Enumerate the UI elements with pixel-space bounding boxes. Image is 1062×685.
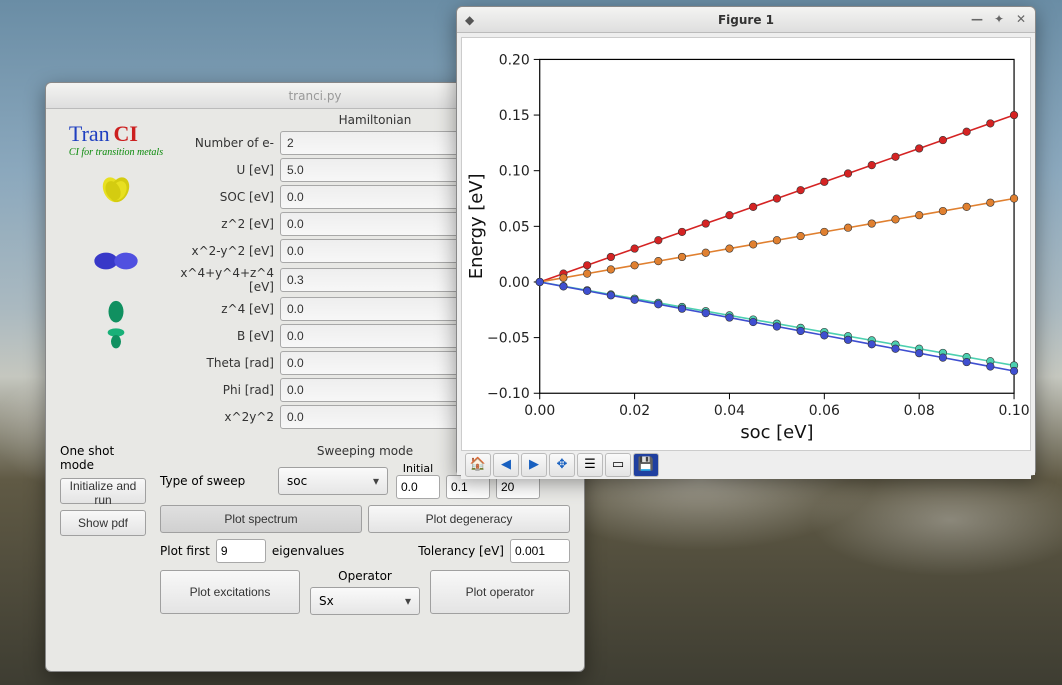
- field-label: z^2 [eV]: [174, 217, 274, 231]
- tol-label: Tolerancy [eV]: [418, 544, 504, 558]
- field-label: x^2-y^2 [eV]: [174, 244, 274, 258]
- svg-text:0.00: 0.00: [524, 403, 555, 419]
- field-label: Phi [rad]: [174, 383, 274, 397]
- zoom-icon[interactable]: ▭: [605, 453, 631, 477]
- svg-text:0.10: 0.10: [499, 164, 530, 180]
- svg-text:0.08: 0.08: [904, 403, 935, 419]
- plot-degeneracy-button[interactable]: Plot degeneracy: [368, 505, 570, 533]
- show-pdf-button[interactable]: Show pdf: [60, 510, 146, 536]
- chart-plot-area[interactable]: 0.00 0.02 0.04 0.06 0.08 0.10 −0.10 −0.05 0.00 0.…: [461, 37, 1031, 451]
- figure-window: ◆ Figure 1 — ✦ ✕ 0.00 0.02 0.04 0.06 0.08 0.1…: [456, 6, 1036, 476]
- svg-text:−0.10: −0.10: [487, 386, 530, 402]
- sweep-initial-input[interactable]: [396, 475, 440, 499]
- operator-heading: Operator: [310, 569, 420, 583]
- field-label: x^2y^2: [174, 410, 274, 424]
- svg-text:0.06: 0.06: [809, 403, 840, 419]
- operator-select[interactable]: Sx: [310, 587, 420, 615]
- figure-title: Figure 1: [718, 13, 774, 27]
- field-label: Number of e-: [174, 136, 274, 150]
- eigen-label: eigenvalues: [272, 544, 344, 558]
- back-icon[interactable]: ◀: [493, 453, 519, 477]
- plot-operator-button[interactable]: Plot operator: [430, 570, 570, 614]
- svg-text:Energy [eV]: Energy [eV]: [466, 173, 487, 279]
- field-label: x^4+y^4+z^4 [eV]: [174, 266, 274, 294]
- tolerancy-input[interactable]: [510, 539, 570, 563]
- svg-text:0.20: 0.20: [499, 52, 530, 68]
- titlebar-figure[interactable]: ◆ Figure 1 — ✦ ✕: [457, 7, 1035, 33]
- window-title: tranci.py: [288, 89, 341, 103]
- svg-text:−0.05: −0.05: [487, 331, 530, 347]
- orbital-blue-icon: [91, 236, 141, 286]
- orbital-green-icon: [91, 300, 141, 350]
- config-icon[interactable]: ☰: [577, 453, 603, 477]
- svg-text:soc [eV]: soc [eV]: [740, 422, 813, 443]
- plot-spectrum-button[interactable]: Plot spectrum: [160, 505, 362, 533]
- save-icon[interactable]: 💾: [633, 453, 659, 477]
- field-label: SOC [eV]: [174, 190, 274, 204]
- plot-excitations-button[interactable]: Plot excitations: [160, 570, 300, 614]
- field-label: z^4 [eV]: [174, 302, 274, 316]
- svg-text:0.10: 0.10: [999, 403, 1030, 419]
- plot-first-input[interactable]: [216, 539, 266, 563]
- sweep-steps-input[interactable]: [496, 475, 540, 499]
- svg-text:0.15: 0.15: [499, 108, 530, 124]
- sweep-final-input[interactable]: [446, 475, 490, 499]
- figure-toolbar: 🏠 ◀ ▶ ✥ ☰ ▭ 💾: [461, 451, 1031, 479]
- logo-panel: Tran CI CI for transition metals: [54, 113, 174, 432]
- svg-text:0.00: 0.00: [499, 275, 530, 291]
- svg-text:0.02: 0.02: [619, 403, 650, 419]
- logo: Tran CI CI for transition metals: [69, 121, 163, 158]
- initialize-run-button[interactable]: Initialize and run: [60, 478, 146, 504]
- minimize-icon[interactable]: —: [969, 11, 985, 27]
- forward-icon[interactable]: ▶: [521, 453, 547, 477]
- plot-first-label: Plot first: [160, 544, 210, 558]
- oneshot-heading: One shot mode: [60, 444, 146, 472]
- field-label: U [eV]: [174, 163, 274, 177]
- home-icon[interactable]: 🏠: [465, 453, 491, 477]
- app-icon: ◆: [465, 13, 474, 27]
- field-label: B [eV]: [174, 329, 274, 343]
- close-icon[interactable]: ✕: [1013, 11, 1029, 27]
- orbital-yellow-icon: [91, 172, 141, 222]
- maximize-icon[interactable]: ✦: [991, 11, 1007, 27]
- svg-text:0.04: 0.04: [714, 403, 745, 419]
- pan-icon[interactable]: ✥: [549, 453, 575, 477]
- field-label: Theta [rad]: [174, 356, 274, 370]
- sweep-type-label: Type of sweep: [160, 474, 270, 488]
- sweep-type-select[interactable]: soc: [278, 467, 388, 495]
- svg-text:0.05: 0.05: [499, 219, 530, 235]
